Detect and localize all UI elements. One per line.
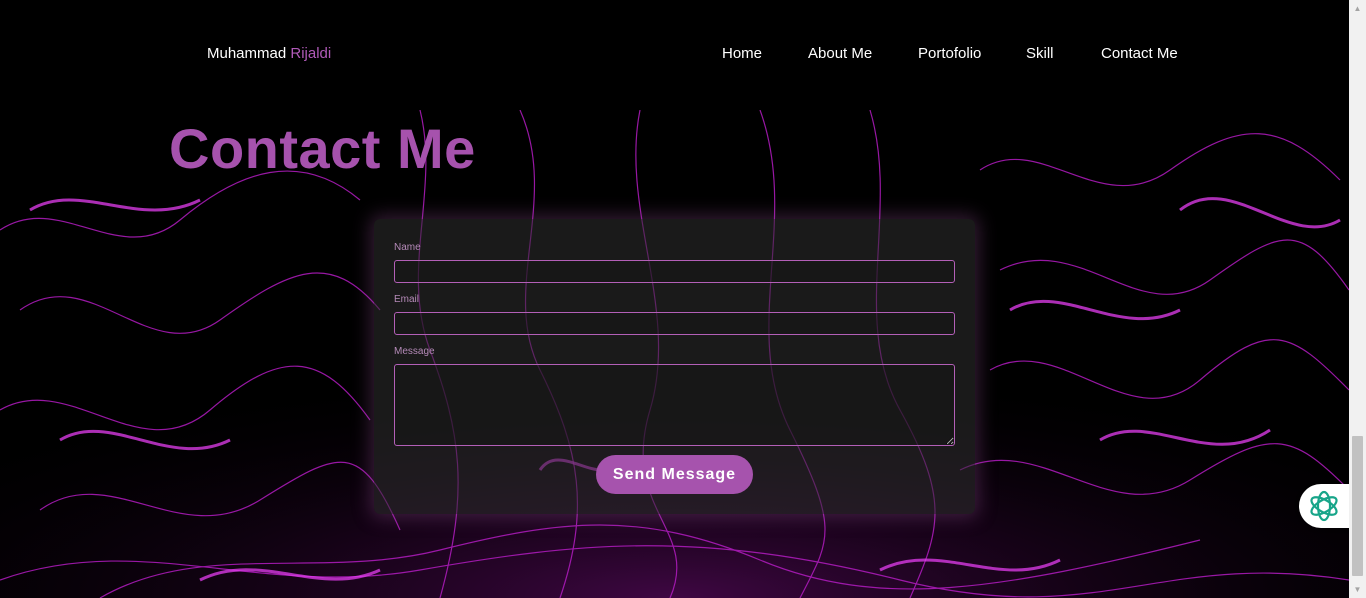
name-field[interactable] bbox=[394, 260, 955, 283]
email-field[interactable] bbox=[394, 312, 955, 335]
page-scrollbar[interactable]: ▲ ▼ bbox=[1349, 0, 1366, 598]
nav-link-skill[interactable]: Skill bbox=[1026, 45, 1054, 62]
name-label: Name bbox=[394, 242, 421, 253]
email-label: Email bbox=[394, 294, 420, 305]
message-label: Message bbox=[394, 346, 435, 357]
navbar: Muhammad Rijaldi Home About Me Portofoli… bbox=[0, 0, 1349, 110]
brand-first-name: Muhammad bbox=[207, 45, 287, 62]
nav-link-about-me[interactable]: About Me bbox=[808, 45, 872, 62]
contact-form: Name Email Message Send Message bbox=[374, 219, 975, 514]
nav-link-home[interactable]: Home bbox=[722, 45, 762, 62]
brand-logo[interactable]: Muhammad Rijaldi bbox=[207, 45, 331, 62]
chevron-up-icon[interactable]: ▲ bbox=[1349, 0, 1366, 17]
page-title: Contact Me bbox=[169, 117, 476, 180]
page: Muhammad Rijaldi Home About Me Portofoli… bbox=[0, 0, 1366, 598]
nav-link-portofolio[interactable]: Portofolio bbox=[918, 45, 981, 62]
ai-assistant-button[interactable] bbox=[1299, 484, 1349, 528]
scrollbar-thumb[interactable] bbox=[1352, 436, 1363, 576]
ai-assistant-icon bbox=[1310, 490, 1338, 522]
chevron-down-icon[interactable]: ▼ bbox=[1349, 581, 1366, 598]
send-message-button[interactable]: Send Message bbox=[596, 455, 753, 494]
message-textarea[interactable] bbox=[394, 364, 955, 446]
nav-link-contact-me[interactable]: Contact Me bbox=[1101, 45, 1178, 62]
brand-last-name: Rijaldi bbox=[290, 45, 332, 62]
